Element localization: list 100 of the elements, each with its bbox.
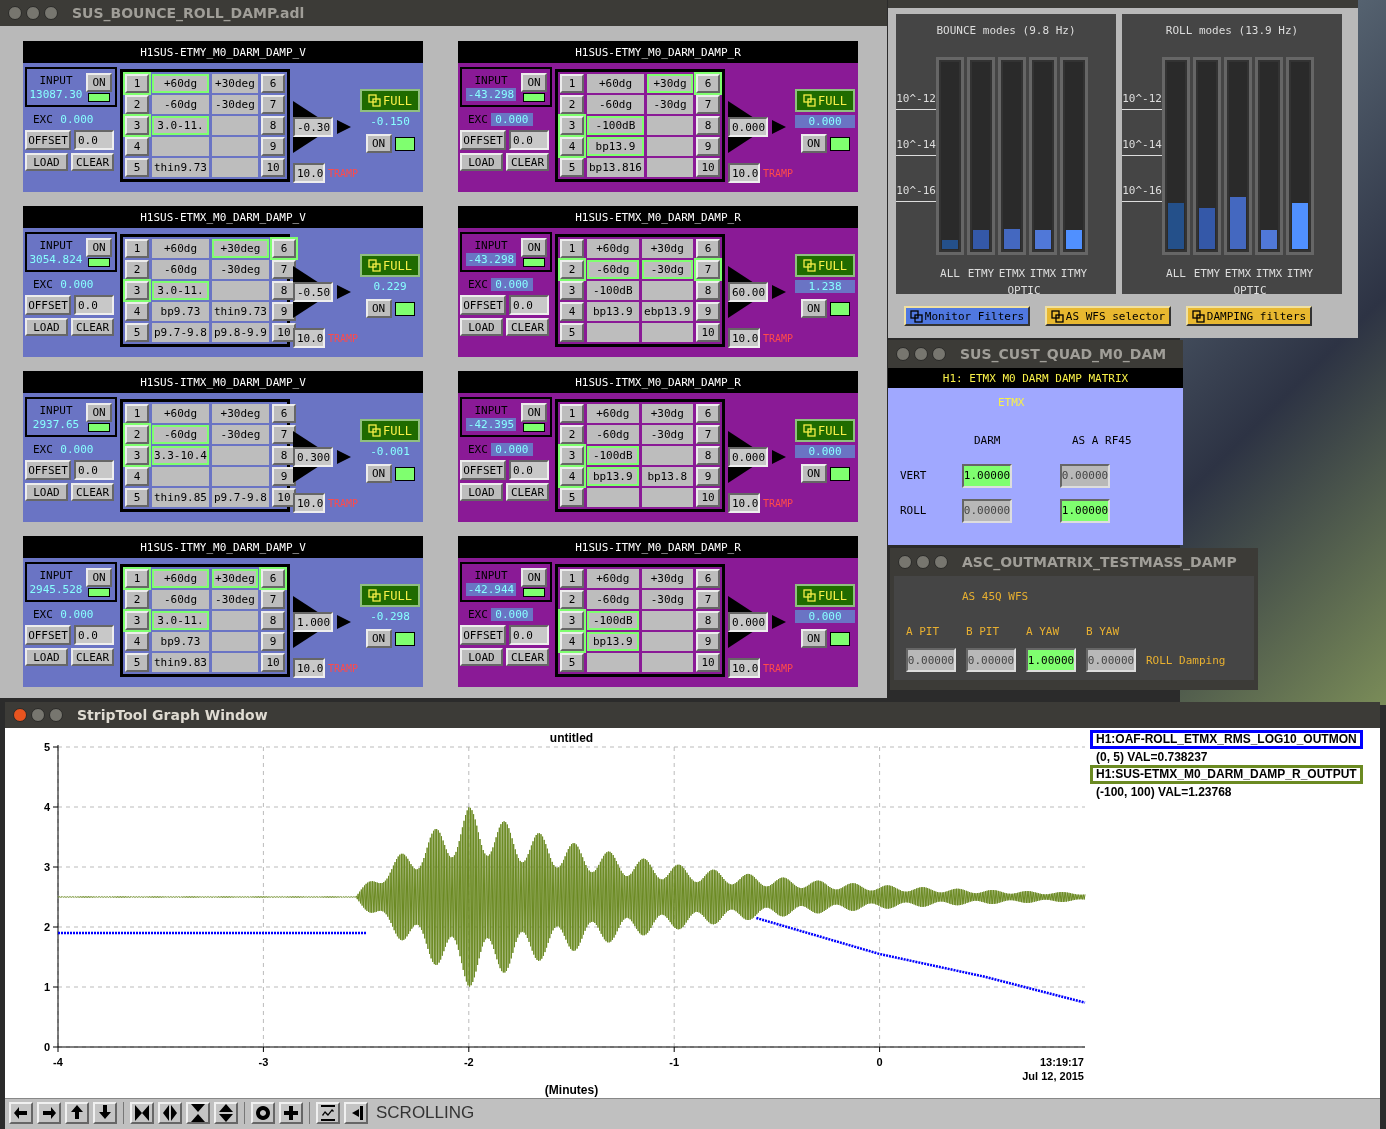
input-on-button[interactable]: ON xyxy=(521,567,547,587)
output-on-button[interactable]: ON xyxy=(365,134,392,153)
offset-field[interactable]: 0.0 xyxy=(74,295,114,315)
offset-button[interactable]: OFFSET xyxy=(460,460,506,480)
filter-number-button[interactable]: 1 xyxy=(125,239,149,258)
offset-button[interactable]: OFFSET xyxy=(25,625,71,645)
output-on-button[interactable]: ON xyxy=(800,464,827,483)
filter-number-button[interactable]: 10 xyxy=(261,653,285,672)
filter-number-button[interactable]: 9 xyxy=(696,137,720,156)
matrix-value-field[interactable]: 0.00000 xyxy=(906,648,956,672)
filter-number-button[interactable]: 10 xyxy=(696,158,720,177)
input-on-button[interactable]: ON xyxy=(86,72,112,92)
filter-number-button[interactable]: 8 xyxy=(261,611,285,630)
filter-number-button[interactable]: 1 xyxy=(560,74,584,93)
gain-field[interactable]: 60.00 xyxy=(728,282,768,302)
offset-field[interactable]: 0.0 xyxy=(74,625,114,645)
load-button[interactable]: LOAD xyxy=(25,483,68,501)
filter-number-button[interactable]: 8 xyxy=(696,446,720,465)
filter-number-button[interactable]: 5 xyxy=(560,158,584,177)
ramp-time-field[interactable]: 10.0 xyxy=(293,163,325,183)
full-button[interactable]: FULL xyxy=(795,584,855,607)
filter-number-button[interactable]: 8 xyxy=(696,611,720,630)
filter-number-button[interactable]: 6 xyxy=(696,74,720,93)
ramp-time-field[interactable]: 10.0 xyxy=(293,658,325,678)
filter-number-button[interactable]: 4 xyxy=(560,137,584,156)
offset-button[interactable]: OFFSET xyxy=(25,460,71,480)
matrix-value-field[interactable]: 1.00000 xyxy=(1060,498,1110,523)
ramp-time-field[interactable]: 10.0 xyxy=(728,493,760,513)
legend-signal-name[interactable]: H1:OAF-ROLL_ETMX_RMS_LOG10_OUTMON xyxy=(1090,730,1363,749)
clear-button[interactable]: CLEAR xyxy=(71,648,114,666)
output-on-button[interactable]: ON xyxy=(800,134,827,153)
full-button[interactable]: FULL xyxy=(795,254,855,277)
load-button[interactable]: LOAD xyxy=(25,153,68,171)
filter-number-button[interactable]: 10 xyxy=(696,488,720,507)
clear-button[interactable]: CLEAR xyxy=(506,318,549,336)
filter-number-button[interactable]: 2 xyxy=(560,425,584,444)
load-button[interactable]: LOAD xyxy=(460,153,503,171)
screen-link-button[interactable]: DAMPING filters xyxy=(1186,306,1312,326)
load-button[interactable]: LOAD xyxy=(25,318,68,336)
output-on-button[interactable]: ON xyxy=(365,629,392,648)
filter-number-button[interactable]: 7 xyxy=(696,260,720,279)
matrix-value-field[interactable]: 1.00000 xyxy=(1026,648,1076,672)
filter-number-button[interactable]: 3 xyxy=(125,446,149,465)
filter-number-button[interactable]: 6 xyxy=(696,404,720,423)
output-on-button[interactable]: ON xyxy=(800,299,827,318)
filter-number-button[interactable]: 9 xyxy=(261,137,285,156)
filter-number-button[interactable]: 9 xyxy=(696,302,720,321)
gain-field[interactable]: 0.300 xyxy=(293,447,333,467)
filter-number-button[interactable]: 7 xyxy=(696,425,720,444)
matrix-value-field[interactable]: 0.00000 xyxy=(1060,463,1110,488)
offset-button[interactable]: OFFSET xyxy=(460,295,506,315)
ramp-time-field[interactable]: 10.0 xyxy=(728,328,760,348)
gain-field[interactable]: -0.50 xyxy=(293,282,333,302)
filter-number-button[interactable]: 2 xyxy=(125,260,149,279)
load-button[interactable]: LOAD xyxy=(460,483,503,501)
filter-number-button[interactable]: 6 xyxy=(696,239,720,258)
full-button[interactable]: FULL xyxy=(360,419,420,442)
filter-number-button[interactable]: 10 xyxy=(271,323,296,342)
filter-number-button[interactable]: 7 xyxy=(271,260,296,279)
filter-number-button[interactable]: 7 xyxy=(271,425,296,444)
offset-field[interactable]: 0.0 xyxy=(509,625,549,645)
filter-number-button[interactable]: 10 xyxy=(696,323,720,342)
offset-field[interactable]: 0.0 xyxy=(74,130,114,150)
input-on-button[interactable]: ON xyxy=(86,567,112,587)
filter-number-button[interactable]: 6 xyxy=(271,239,296,258)
filter-number-button[interactable]: 4 xyxy=(125,302,149,321)
screen-link-button[interactable]: AS WFS selector xyxy=(1045,306,1171,326)
output-on-button[interactable]: ON xyxy=(800,629,827,648)
full-button[interactable]: FULL xyxy=(360,89,420,112)
input-on-button[interactable]: ON xyxy=(521,237,547,257)
filter-number-button[interactable]: 7 xyxy=(261,590,285,609)
filter-number-button[interactable]: 2 xyxy=(125,95,149,114)
offset-field[interactable]: 0.0 xyxy=(509,460,549,480)
ramp-time-field[interactable]: 10.0 xyxy=(728,658,760,678)
filter-number-button[interactable]: 5 xyxy=(125,158,149,177)
filter-number-button[interactable]: 3 xyxy=(560,116,584,135)
filter-number-button[interactable]: 4 xyxy=(560,632,584,651)
filter-number-button[interactable]: 4 xyxy=(560,467,584,486)
offset-button[interactable]: OFFSET xyxy=(460,130,506,150)
filter-number-button[interactable]: 6 xyxy=(271,404,296,423)
legend-signal-name[interactable]: H1:SUS-ETMX_M0_DARM_DAMP_R_OUTPUT xyxy=(1090,765,1363,784)
load-button[interactable]: LOAD xyxy=(460,318,503,336)
matrix-value-field[interactable]: 1.00000 xyxy=(962,463,1012,488)
filter-number-button[interactable]: 2 xyxy=(560,95,584,114)
filter-number-button[interactable]: 5 xyxy=(125,488,149,507)
filter-number-button[interactable]: 3 xyxy=(125,116,149,135)
ramp-time-field[interactable]: 10.0 xyxy=(293,493,325,513)
offset-field[interactable]: 0.0 xyxy=(74,460,114,480)
filter-number-button[interactable]: 10 xyxy=(261,158,285,177)
filter-number-button[interactable]: 3 xyxy=(125,611,149,630)
filter-number-button[interactable]: 9 xyxy=(696,467,720,486)
filter-number-button[interactable]: 7 xyxy=(261,95,285,114)
filter-number-button[interactable]: 3 xyxy=(560,446,584,465)
full-button[interactable]: FULL xyxy=(795,89,855,112)
filter-number-button[interactable]: 5 xyxy=(560,488,584,507)
filter-number-button[interactable]: 2 xyxy=(125,425,149,444)
full-button[interactable]: FULL xyxy=(360,584,420,607)
full-button[interactable]: FULL xyxy=(795,419,855,442)
filter-number-button[interactable]: 6 xyxy=(261,569,285,588)
filter-number-button[interactable]: 10 xyxy=(271,488,296,507)
